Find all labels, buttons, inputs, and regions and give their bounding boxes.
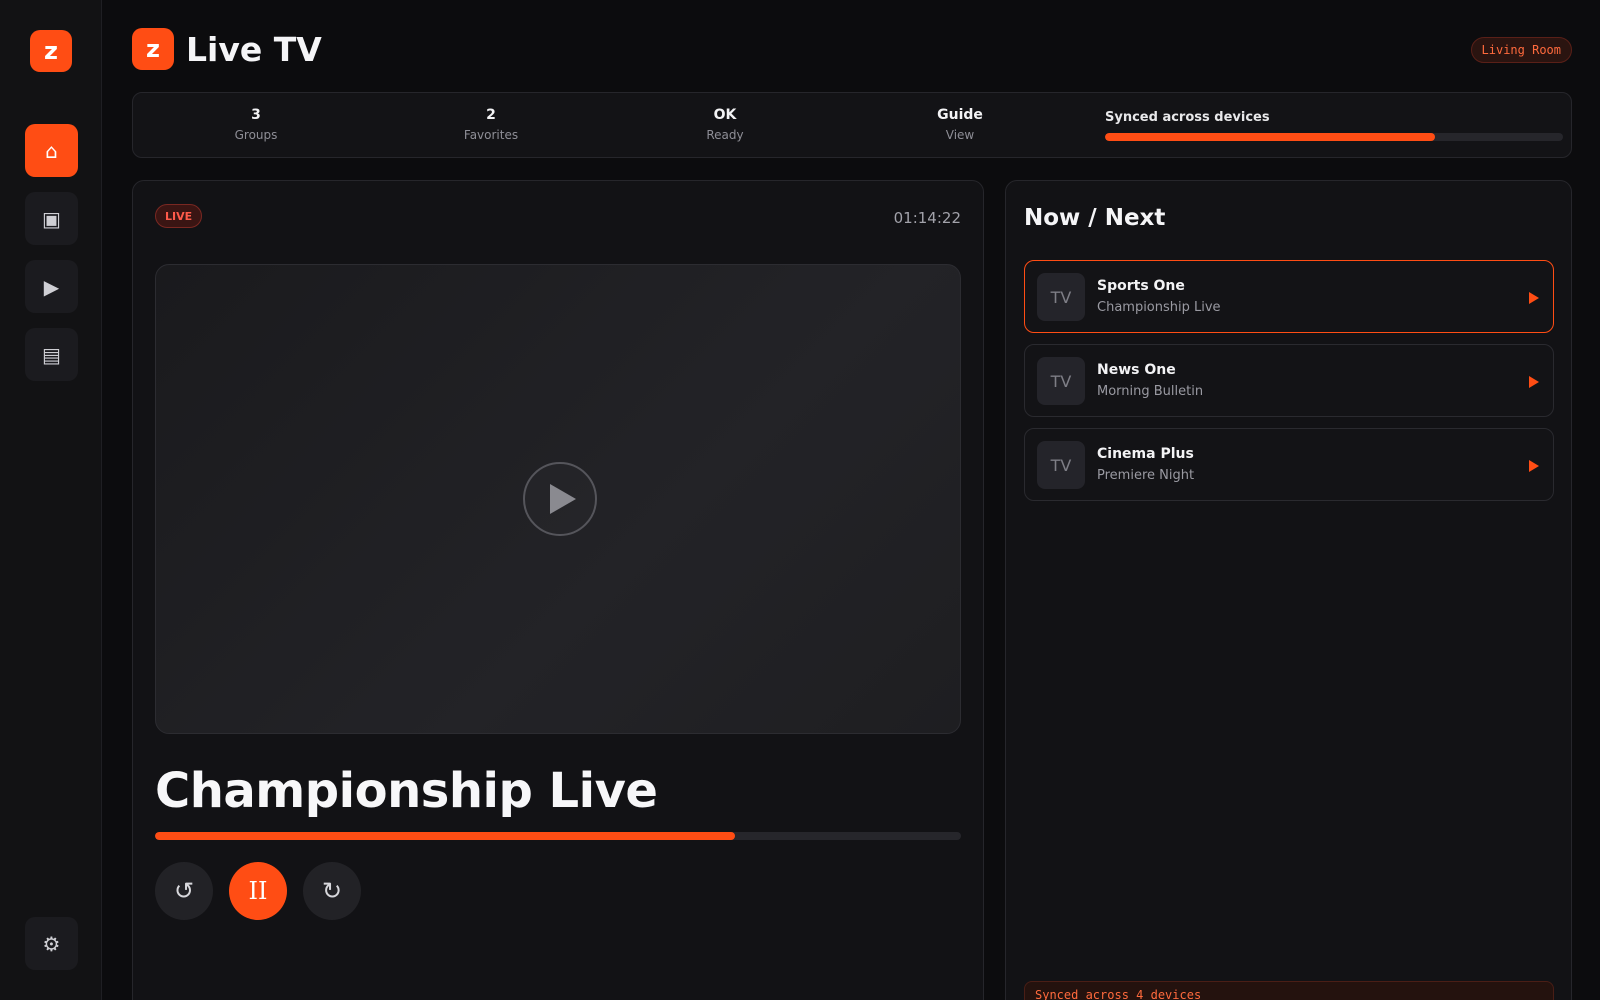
sync-status: Synced across devices [1105,110,1563,141]
now-next-panel: Now / Next TV Sports One Championship Li… [1005,180,1572,1000]
timecode: 01:14:22 [893,209,961,227]
rewind-icon: ↺ [173,877,195,905]
program-title: Championship Live [155,763,658,819]
playback-progress-bar[interactable] [155,832,961,840]
stat-value: OK [713,107,737,123]
sidebar-item-home[interactable]: ⌂ [25,124,78,177]
tv-icon: TV [1037,357,1085,405]
pause-icon: II [248,877,268,905]
play-button[interactable] [523,462,597,536]
channel-program: Morning Bulletin [1097,384,1204,399]
play-icon[interactable] [1529,292,1539,304]
stats-bar: 3 Groups 2 Favorites OK Ready Guide View… [132,92,1572,158]
tv-icon: TV [1037,441,1085,489]
sync-progress-bar [1105,133,1563,141]
video-area[interactable] [155,264,961,734]
sidebar-item-grid[interactable]: ▣ [25,192,78,245]
channel-item-sports-one[interactable]: TV Sports One Championship Live [1024,260,1554,333]
tv-icon: TV [1037,273,1085,321]
now-next-title: Now / Next [1024,205,1166,231]
sidebar-item-list[interactable]: ▤ [25,328,78,381]
channel-name: Cinema Plus [1097,446,1194,462]
header-logo: z [132,28,174,70]
page-title: Live TV [186,30,322,69]
stat-ready[interactable]: OK Ready [665,107,785,142]
rewind-button[interactable]: ↺ [155,862,213,920]
stat-guide[interactable]: Guide View [900,107,1020,142]
sidebar-logo[interactable]: z [30,30,72,72]
sync-note: Synced across 4 devices [1024,981,1554,1000]
channel-program: Premiere Night [1097,468,1195,483]
live-badge: LIVE [155,204,203,228]
stat-value: 3 [251,107,261,123]
grid-icon: ▣ [42,206,61,231]
channel-program: Championship Live [1097,300,1221,315]
channel-name: Sports One [1097,278,1185,294]
app-root: z ⌂ ▣ ▶ ▤ ⚙ z Live TV Living Room 3 Grou… [0,0,1600,1000]
play-icon [550,484,576,514]
settings-button[interactable]: ⚙ [25,917,78,970]
channel-item-cinema-plus[interactable]: TV Cinema Plus Premiere Night [1024,428,1554,501]
sidebar: z ⌂ ▣ ▶ ▤ ⚙ [0,0,102,1000]
home-icon: ⌂ [45,138,58,163]
stat-value: 2 [486,107,496,123]
stat-favorites[interactable]: 2 Favorites [431,107,551,142]
room-badge[interactable]: Living Room [1470,37,1572,63]
list-icon: ▤ [42,342,61,367]
forward-button[interactable]: ↻ [303,862,361,920]
sync-progress-fill [1105,133,1435,141]
gear-icon: ⚙ [42,931,61,956]
stat-label: Favorites [463,128,519,142]
sync-label: Synced across devices [1105,110,1270,125]
stat-label: View [945,128,975,142]
forward-icon: ↻ [321,877,343,905]
player-panel: LIVE 01:14:22 Championship Live ↺ II ↻ [132,180,984,1000]
pause-button[interactable]: II [229,862,287,920]
play-icon[interactable] [1529,460,1539,472]
playback-progress-fill [155,832,736,840]
channel-item-news-one[interactable]: TV News One Morning Bulletin [1024,344,1554,417]
play-icon: ▶ [43,274,60,299]
play-icon[interactable] [1529,376,1539,388]
stat-label: Groups [234,128,278,142]
stat-value: Guide [937,107,983,123]
stat-label: Ready [706,128,744,142]
sidebar-item-play[interactable]: ▶ [25,260,78,313]
stat-groups[interactable]: 3 Groups [196,107,316,142]
channel-name: News One [1097,362,1176,378]
